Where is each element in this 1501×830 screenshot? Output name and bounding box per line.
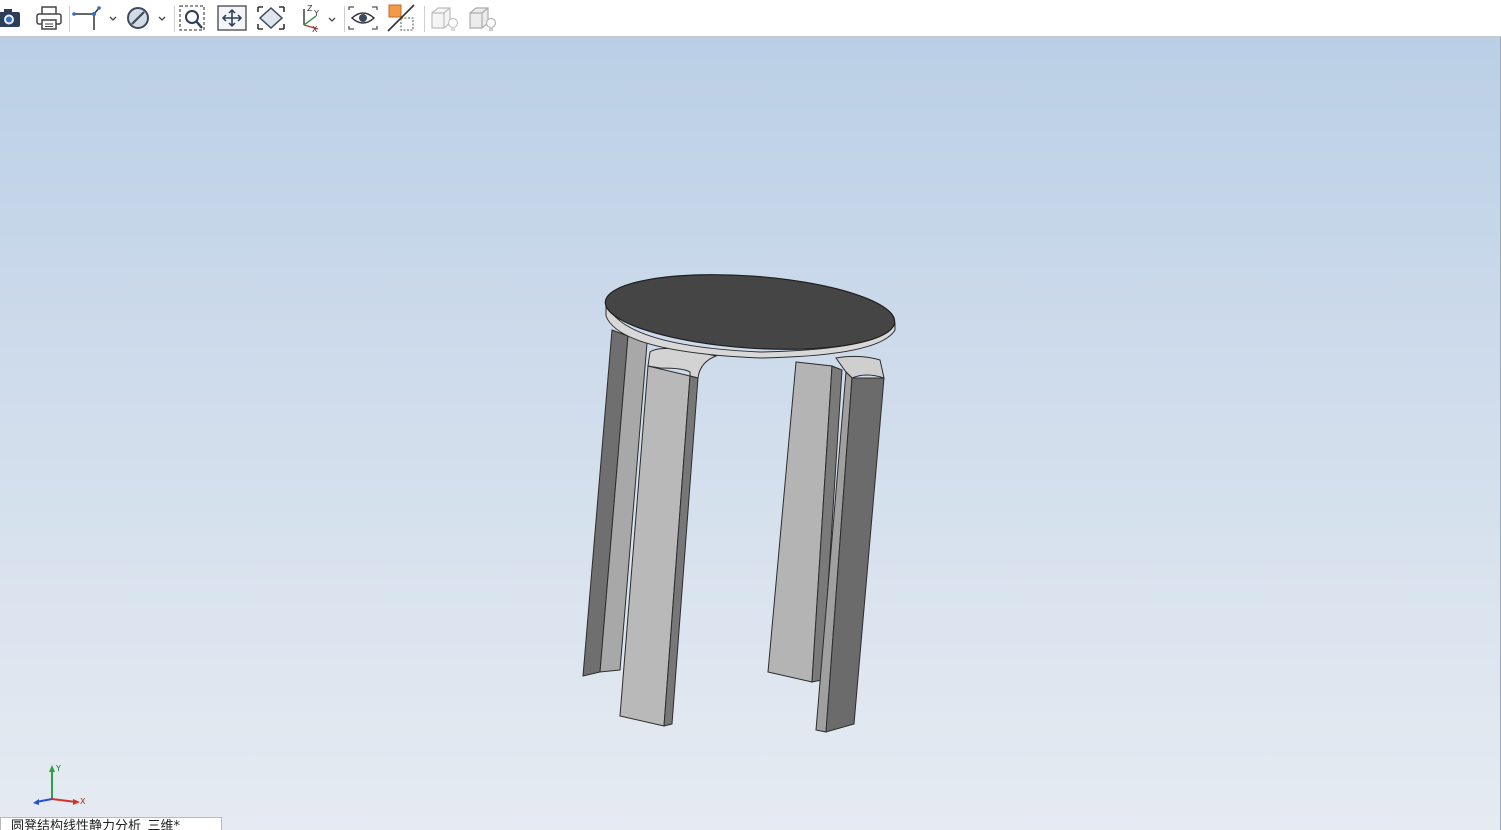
hide-show-icon[interactable] <box>347 3 379 33</box>
document-tab-title: 圆凳结构线性静力分析_三维* <box>11 819 181 830</box>
triad-z-arrow <box>33 799 39 805</box>
view-settings-icon[interactable] <box>466 3 498 33</box>
triad-y-label: Y <box>55 764 61 773</box>
zoom-fit-icon[interactable] <box>255 3 287 33</box>
sketch-line-dropdown[interactable] <box>72 3 120 33</box>
coordinate-triad: Y X <box>33 764 86 806</box>
toolbar-separator <box>174 6 175 32</box>
toolbar-separator <box>424 6 425 32</box>
toolbar-separator <box>69 6 70 32</box>
triad-x-axis <box>51 798 77 803</box>
document-tab[interactable]: 圆凳结构线性静力分析_三维* <box>0 817 222 830</box>
section-view-dropdown[interactable] <box>124 3 170 33</box>
camera-icon[interactable] <box>0 3 24 33</box>
triad-x-arrow <box>73 799 80 805</box>
view-orientation-dropdown[interactable]: ZYX <box>296 3 340 33</box>
triad-y-arrow <box>49 765 55 772</box>
view-toolbar: ZYX <box>0 0 1501 37</box>
zoom-to-area-icon[interactable] <box>178 3 208 33</box>
pan-icon[interactable] <box>216 3 248 33</box>
svg-text:X: X <box>312 25 318 33</box>
svg-text:Z: Z <box>307 4 313 13</box>
svg-text:Y: Y <box>313 9 319 18</box>
edit-appearance-icon[interactable] <box>386 3 418 33</box>
toolbar-separator <box>344 6 345 32</box>
apply-scene-icon[interactable] <box>428 3 460 33</box>
triad-x-label: X <box>80 797 86 806</box>
graphics-viewport[interactable]: Y X <box>0 37 1501 830</box>
print-icon[interactable] <box>34 3 64 33</box>
stool-model[interactable] <box>0 37 1501 830</box>
